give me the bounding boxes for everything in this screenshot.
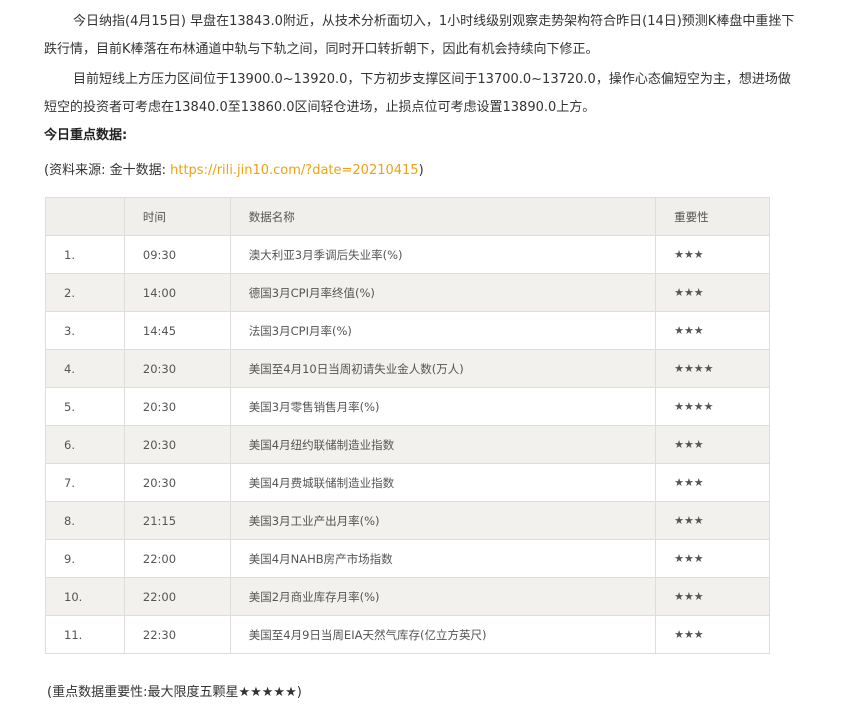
row-index: 2. bbox=[45, 273, 125, 312]
table-row: 3. 14:45 法国3月CPI月率(%) ★★★ bbox=[45, 311, 770, 350]
row-data-name: 法国3月CPI月率(%) bbox=[229, 311, 657, 350]
table-row: 2. 14:00 德国3月CPI月率终值(%) ★★★ bbox=[45, 273, 770, 312]
table-row: 4. 20:30 美国至4月10日当周初请失业金人数(万人) ★★★★ bbox=[45, 349, 770, 388]
row-data-name: 澳大利亚3月季调后失业率(%) bbox=[229, 235, 657, 274]
row-importance: ★★★ bbox=[655, 425, 770, 464]
row-index: 1. bbox=[45, 235, 125, 274]
source-suffix: ) bbox=[418, 163, 424, 178]
table-row: 11. 22:30 美国至4月9日当周EIA天然气库存(亿立方英尺) ★★★ bbox=[45, 615, 770, 654]
row-data-name: 美国4月费城联储制造业指数 bbox=[229, 463, 657, 502]
row-index: 6. bbox=[45, 425, 125, 464]
table-row: 5. 20:30 美国3月零售销售月率(%) ★★★★ bbox=[45, 387, 770, 426]
row-importance: ★★★ bbox=[655, 539, 770, 578]
row-importance: ★★★ bbox=[655, 615, 770, 654]
data-source-line: (资料来源: 金十数据: https://rili.jin10.com/?dat… bbox=[44, 160, 424, 182]
key-data-heading: 今日重点数据: bbox=[44, 128, 128, 143]
row-data-name: 德国3月CPI月率终值(%) bbox=[229, 273, 657, 312]
row-time: 21:15 bbox=[123, 501, 231, 540]
row-data-name: 美国3月零售销售月率(%) bbox=[229, 387, 657, 426]
row-index: 9. bbox=[45, 539, 125, 578]
row-index: 3. bbox=[45, 311, 125, 350]
row-time: 14:00 bbox=[123, 273, 231, 312]
row-index: 7. bbox=[45, 463, 125, 502]
table-body: 1. 09:30 澳大利亚3月季调后失业率(%) ★★★ 2. 14:00 德国3月CPI月… bbox=[45, 235, 770, 654]
header-index bbox=[45, 197, 125, 236]
row-time: 14:45 bbox=[123, 311, 231, 350]
row-importance: ★★★ bbox=[655, 501, 770, 540]
row-importance: ★★★ bbox=[655, 235, 770, 274]
row-time: 20:30 bbox=[123, 349, 231, 388]
row-importance: ★★★★ bbox=[655, 349, 770, 388]
economic-calendar-table: 时间 数据名称 重要性 1. 09:30 澳大利亚3月季调后失业率(%) ★★★ 2. 1… bbox=[45, 197, 770, 654]
header-importance: 重要性 bbox=[655, 197, 770, 236]
row-time: 09:30 bbox=[123, 235, 231, 274]
table-header-row: 时间 数据名称 重要性 bbox=[45, 197, 770, 236]
header-time: 时间 bbox=[123, 197, 231, 236]
table-row: 9. 22:00 美国4月NAHB房产市场指数 ★★★ bbox=[45, 539, 770, 578]
row-importance: ★★★ bbox=[655, 273, 770, 312]
source-prefix: (资料来源: 金十数据: bbox=[44, 163, 171, 178]
table-row: 7. 20:30 美国4月费城联储制造业指数 ★★★ bbox=[45, 463, 770, 502]
row-data-name: 美国至4月10日当周初请失业金人数(万人) bbox=[229, 349, 657, 388]
table-row: 10. 22:00 美国2月商业库存月率(%) ★★★ bbox=[45, 577, 770, 616]
row-data-name: 美国3月工业产出月率(%) bbox=[229, 501, 657, 540]
row-data-name: 美国4月NAHB房产市场指数 bbox=[229, 539, 657, 578]
row-index: 11. bbox=[45, 615, 125, 654]
table-row: 8. 21:15 美国3月工业产出月率(%) ★★★ bbox=[45, 501, 770, 540]
row-time: 20:30 bbox=[123, 463, 231, 502]
row-time: 22:00 bbox=[123, 539, 231, 578]
row-data-name: 美国4月纽约联储制造业指数 bbox=[229, 425, 657, 464]
row-index: 5. bbox=[45, 387, 125, 426]
table-row: 6. 20:30 美国4月纽约联储制造业指数 ★★★ bbox=[45, 425, 770, 464]
table-row: 1. 09:30 澳大利亚3月季调后失业率(%) ★★★ bbox=[45, 235, 770, 274]
analysis-paragraph-2: 目前短线上方压力区间位于13900.0~13920.0，下方初步支撑区间于137… bbox=[44, 72, 791, 115]
row-importance: ★★★ bbox=[655, 577, 770, 616]
row-importance: ★★★★ bbox=[655, 387, 770, 426]
analysis-paragraph-1: 今日纳指(4月15日) 早盘在13843.0附近，从技术分析面切入，1小时线级别… bbox=[44, 14, 795, 57]
row-time: 22:00 bbox=[123, 577, 231, 616]
row-importance: ★★★ bbox=[655, 463, 770, 502]
header-data-name: 数据名称 bbox=[229, 197, 657, 236]
row-importance: ★★★ bbox=[655, 311, 770, 350]
row-index: 10. bbox=[45, 577, 125, 616]
row-time: 20:30 bbox=[123, 387, 231, 426]
row-time: 22:30 bbox=[123, 615, 231, 654]
source-link[interactable]: https://rili.jin10.com/?date=20210415 bbox=[170, 163, 418, 178]
importance-footnote: (重点数据重要性:最大限度五颗星★★★★★) bbox=[47, 685, 302, 700]
row-index: 8. bbox=[45, 501, 125, 540]
row-time: 20:30 bbox=[123, 425, 231, 464]
row-index: 4. bbox=[45, 349, 125, 388]
row-data-name: 美国2月商业库存月率(%) bbox=[229, 577, 657, 616]
row-data-name: 美国至4月9日当周EIA天然气库存(亿立方英尺) bbox=[229, 615, 657, 654]
